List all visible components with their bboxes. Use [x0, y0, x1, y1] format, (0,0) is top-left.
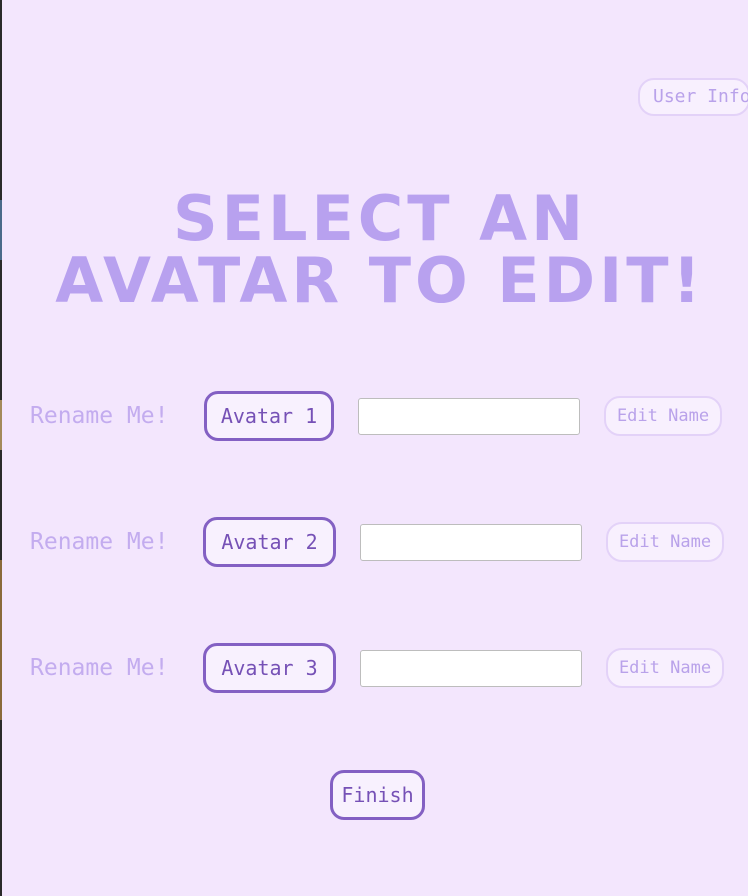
- avatar-1-name-input[interactable]: [358, 398, 580, 435]
- user-info-button[interactable]: User Info: [638, 78, 748, 116]
- avatar-1-button[interactable]: Avatar 1: [204, 391, 334, 441]
- avatar-row-3: Rename Me! Avatar 3 Edit Name: [0, 643, 748, 695]
- avatar-3-edit-name-button[interactable]: Edit Name: [606, 648, 724, 688]
- avatar-1-edit-name-button[interactable]: Edit Name: [604, 396, 722, 436]
- finish-button[interactable]: Finish: [330, 770, 425, 820]
- page-title: SELECT AN AVATAR TO EDIT!: [40, 188, 720, 312]
- window-edge-segment: [0, 560, 2, 720]
- avatar-row-1: Rename Me! Avatar 1 Edit Name: [0, 391, 748, 443]
- window-edge: [0, 0, 2, 896]
- window-edge-segment: [0, 200, 2, 260]
- avatar-3-button[interactable]: Avatar 3: [203, 643, 336, 693]
- page-title-line-2: AVATAR TO EDIT!: [55, 244, 705, 317]
- rename-label: Rename Me!: [30, 403, 169, 429]
- rename-label: Rename Me!: [30, 529, 169, 555]
- avatar-2-edit-name-button[interactable]: Edit Name: [606, 522, 724, 562]
- avatar-2-button[interactable]: Avatar 2: [203, 517, 336, 567]
- avatar-2-name-input[interactable]: [360, 524, 582, 561]
- avatar-3-name-input[interactable]: [360, 650, 582, 687]
- avatar-row-2: Rename Me! Avatar 2 Edit Name: [0, 517, 748, 569]
- rename-label: Rename Me!: [30, 655, 169, 681]
